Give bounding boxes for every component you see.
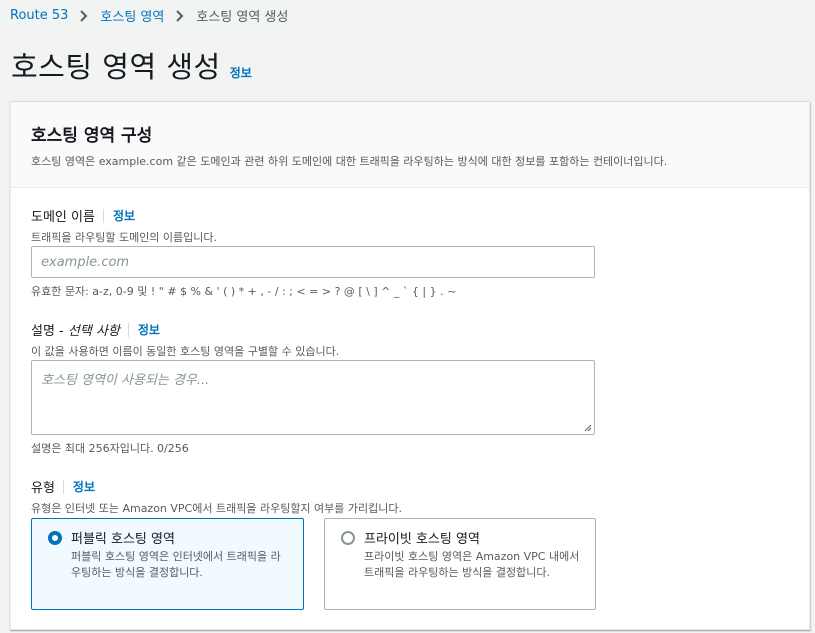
panel-description: 호스팅 영역은 example.com 같은 도메인과 관련 하위 도메인에 대…: [31, 155, 668, 168]
chevron-right-icon: [80, 9, 88, 22]
domain-name-info-link[interactable]: 정보: [113, 207, 135, 224]
type-description: 유형은 인터넷 또는 Amazon VPC에서 트래픽을 라우팅할지 여부를 가…: [31, 502, 403, 515]
panel-title: 호스팅 영역 구성: [31, 126, 153, 146]
radio-selected-icon[interactable]: [48, 530, 62, 545]
breadcrumb-current: 호스팅 영역 생성: [196, 10, 289, 25]
private-hosted-zone-option[interactable]: 프라이빗 호스팅 영역 프라이빗 호스팅 영역은 Amazon VPC 내에서 …: [324, 518, 596, 610]
page-header: 호스팅 영역 생성 정보: [11, 44, 252, 86]
description-help: 이 값을 사용하면 이름이 동일한 호스팅 영역을 구별할 수 있습니다.: [31, 345, 340, 358]
public-option-description: 퍼블릭 호스팅 영역은 인터넷에서 트래픽을 라우팅하는 방식을 결정합니다.: [71, 550, 281, 579]
type-field: 유형 정보 유형은 인터넷 또는 Amazon VPC에서 트래픽을 라우팅할지…: [31, 477, 402, 516]
description-label: 설명 - 선택 사항: [31, 324, 120, 339]
domain-name-constraint: 유효한 문자: a-z, 0-9 및 ! " # $ % & ' ( ) * +…: [31, 285, 457, 298]
private-option-title: 프라이빗 호스팅 영역: [364, 532, 480, 547]
breadcrumb-link-hosted-zones[interactable]: 호스팅 영역: [100, 6, 164, 25]
description-field: 설명 - 선택 사항 정보 이 값을 사용하면 이름이 동일한 호스팅 영역을 …: [31, 320, 339, 359]
domain-name-input[interactable]: example.com: [31, 246, 595, 278]
divider: [62, 479, 64, 494]
domain-name-field: 도메인 이름 정보 트래픽을 라우팅할 도메인의 이름입니다.: [31, 206, 217, 245]
breadcrumb-link-route53[interactable]: Route 53: [10, 8, 68, 23]
domain-name-description: 트래픽을 라우팅할 도메인의 이름입니다.: [31, 231, 218, 244]
description-info-link[interactable]: 정보: [138, 321, 160, 338]
hosted-zone-configuration-panel: 호스팅 영역 구성 호스팅 영역은 example.com 같은 도메인과 관련…: [10, 101, 810, 630]
radio-unselected-icon[interactable]: [341, 530, 355, 545]
domain-name-label: 도메인 이름: [31, 210, 95, 225]
page-info-link[interactable]: 정보: [230, 64, 252, 81]
description-placeholder: 호스팅 영역이 사용되는 경우...: [41, 373, 210, 388]
public-hosted-zone-option[interactable]: 퍼블릭 호스팅 영역 퍼블릭 호스팅 영역은 인터넷에서 트래픽을 라우팅하는 …: [31, 518, 304, 610]
panel-header: 호스팅 영역 구성 호스팅 영역은 example.com 같은 도메인과 관련…: [11, 102, 809, 188]
breadcrumb: Route 53 호스팅 영역 호스팅 영역 생성: [10, 6, 288, 25]
page-title: 호스팅 영역 생성: [11, 50, 221, 84]
divider: [127, 322, 129, 337]
description-textarea[interactable]: 호스팅 영역이 사용되는 경우...: [31, 360, 595, 435]
divider: [102, 208, 104, 223]
resize-handle-icon[interactable]: [584, 424, 592, 432]
public-option-title: 퍼블릭 호스팅 영역: [71, 532, 175, 547]
chevron-right-icon: [176, 9, 184, 22]
private-option-description: 프라이빗 호스팅 영역은 Amazon VPC 내에서 트래픽을 라우팅하는 방…: [364, 550, 580, 579]
type-info-link[interactable]: 정보: [73, 478, 95, 495]
type-label: 유형: [31, 481, 55, 496]
description-constraint: 설명은 최대 256자입니다. 0/256: [31, 442, 189, 455]
